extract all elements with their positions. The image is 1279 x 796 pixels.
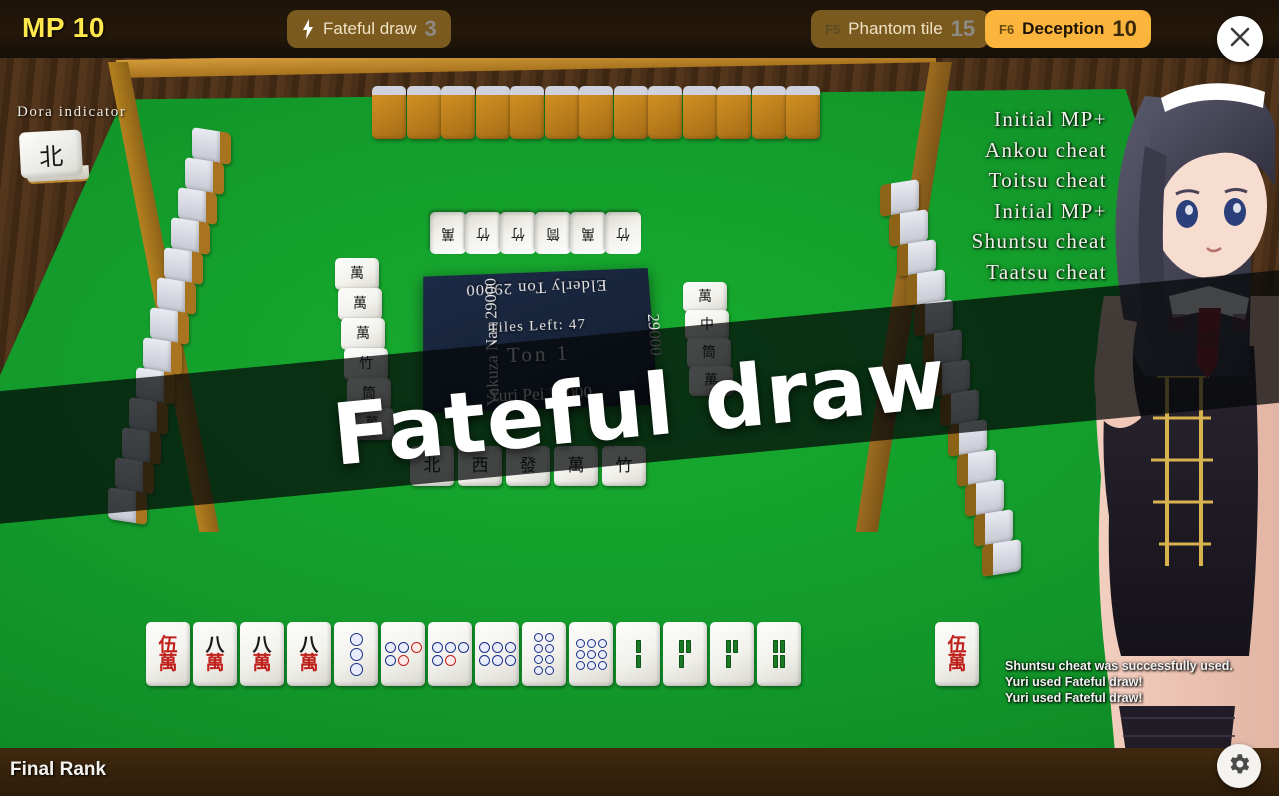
wall-tile (682, 86, 717, 139)
skill-hotkey-f6: F6 (999, 21, 1015, 37)
tile-face-man: 八萬 (205, 633, 225, 674)
skill-label-fateful-draw: Fateful draw (323, 19, 417, 38)
skill-button-phantom-tile[interactable]: F5 Phantom tile 15 (811, 10, 990, 48)
skill-count-fateful-draw: 3 (424, 16, 437, 41)
hand-tile[interactable] (428, 622, 472, 686)
hand-tile[interactable] (475, 622, 519, 686)
discard-tile: 萬 (341, 318, 385, 350)
message-log: Shuntsu cheat was successfully used. Yur… (1005, 658, 1267, 706)
tile-face-pin (431, 642, 469, 666)
bottom-bar: Final Rank (0, 748, 1279, 796)
discard-tile: 萬 (683, 282, 727, 312)
hand-tile[interactable] (334, 622, 378, 686)
tile-face-sou (726, 640, 738, 668)
wall-tile (579, 86, 613, 139)
wall-tile (406, 86, 441, 139)
discard-tile: 竹 (500, 212, 536, 254)
skill-hotkey-f5: F5 (825, 21, 841, 37)
hand-tile[interactable]: 八萬 (287, 622, 331, 686)
lightning-bolt-icon (301, 19, 315, 39)
discard-tile: 竹 (465, 212, 501, 254)
wall-tile (441, 86, 475, 139)
wall-tile (613, 86, 648, 139)
wall-tile (372, 86, 406, 139)
skill-button-deception[interactable]: F6 Deception 10 (985, 10, 1151, 48)
hand-tile[interactable] (663, 622, 707, 686)
skill-button-fateful-draw[interactable]: Fateful draw 3 (287, 10, 451, 48)
discard-tile: 萬 (430, 212, 466, 254)
tile-face-pin (575, 638, 607, 670)
tile-face-man: 八萬 (252, 633, 272, 674)
tile-face-sou (679, 640, 691, 668)
log-line: Shuntsu cheat was successfully used. (1005, 659, 1233, 673)
drawn-tile[interactable]: 伍萬 (935, 622, 979, 686)
gear-icon (1226, 751, 1252, 782)
wall-tile (717, 86, 751, 139)
wall-tile (510, 86, 544, 139)
dora-indicator-label: Dora indicator (17, 104, 127, 120)
final-rank-label: Final Rank (10, 759, 107, 780)
wall-tile (475, 86, 510, 139)
game-screen: MP 10 Fateful draw 3 F5 Phantom tile 15 … (0, 0, 1279, 796)
hand-tile[interactable] (522, 622, 566, 686)
tile-face-pin (478, 642, 516, 666)
close-button[interactable] (1217, 16, 1263, 62)
settings-button[interactable] (1217, 744, 1261, 788)
wall-tile (786, 86, 820, 139)
hand-tile[interactable]: 伍萬 (146, 622, 190, 686)
skill-count-phantom-tile: 15 (950, 16, 976, 41)
wall-tile (544, 86, 579, 139)
hand-tile[interactable]: 八萬 (240, 622, 284, 686)
log-line: Yuri used Fateful draw! (1005, 675, 1143, 689)
hand-tile[interactable] (757, 622, 801, 686)
hand-tile[interactable]: 八萬 (193, 622, 237, 686)
mp-counter: MP 10 (22, 12, 105, 43)
discard-tile: 萬 (335, 258, 379, 290)
hand-tile[interactable] (569, 622, 613, 686)
skill-count-deception: 10 (1112, 16, 1137, 41)
discard-tile: 筒 (535, 212, 571, 254)
dora-indicator-tile: 北 (18, 129, 90, 185)
top-bar: MP 10 Fateful draw 3 F5 Phantom tile 15 … (0, 0, 1279, 62)
hand-tile[interactable] (710, 622, 754, 686)
discard-tile: 萬 (338, 288, 382, 320)
tile-face-man: 伍萬 (947, 633, 967, 674)
tile-face-man: 伍萬 (158, 633, 178, 674)
wall-tile (648, 86, 682, 139)
close-icon (1228, 25, 1252, 54)
tile-face-sou (635, 640, 641, 668)
log-line: Yuri used Fateful draw! (1005, 691, 1143, 705)
hand-tile[interactable] (381, 622, 425, 686)
skill-label-deception: Deception (1022, 19, 1105, 38)
tile-face-man: 八萬 (299, 633, 319, 674)
tile-face-pin (349, 632, 363, 676)
dora-tile-face: 北 (18, 129, 84, 179)
skill-label-phantom-tile: Phantom tile (848, 19, 943, 38)
tile-face-pin (384, 642, 422, 666)
wall-tile (751, 86, 786, 139)
hand-tile[interactable] (616, 622, 660, 686)
discard-tile: 竹 (605, 212, 641, 254)
tiles-left-counter: Tiles Left: 47 (488, 316, 587, 336)
tile-face-pin (534, 633, 554, 675)
tile-face-sou (773, 640, 785, 668)
discard-tile: 萬 (570, 212, 606, 254)
